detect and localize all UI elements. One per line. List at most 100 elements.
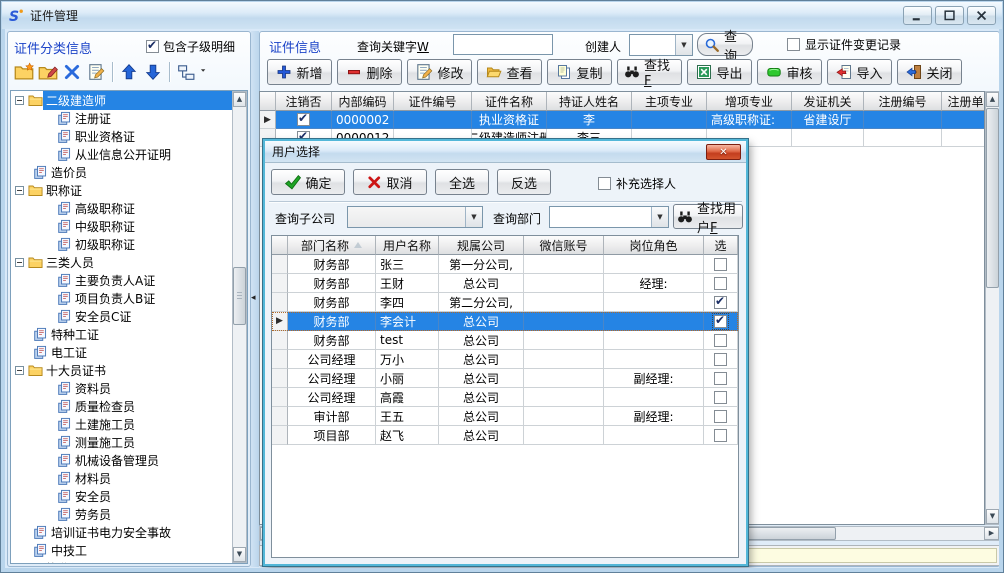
table-row[interactable]: 公司经理高霞总公司 [272,388,738,407]
scroll-right-button[interactable]: ▶ [984,527,999,540]
column-header[interactable]: 规属公司 [439,236,524,255]
row-select-checkbox[interactable] [714,315,727,328]
doc-edit-button[interactable] [84,60,108,84]
chevron-down-icon[interactable]: ▼ [651,207,668,227]
collapse-arrow-icon[interactable]: ◂ [251,293,256,303]
table-row[interactable]: 财务部test总公司 [272,331,738,350]
maximize-button[interactable] [935,6,964,25]
tree-item[interactable]: 质量检查员 [11,397,247,415]
dialog-close-button[interactable]: ✕ [706,144,741,160]
row-selector[interactable] [272,426,288,445]
supplement-checkbox[interactable] [598,177,611,190]
tree-item[interactable]: 特种工证 [11,325,247,343]
tree-item[interactable]: 中级职称证 [11,217,247,235]
tree-item[interactable]: 材料员 [11,469,247,487]
tree-expand-toggle[interactable] [15,258,24,267]
cancel-button[interactable]: 取消 [353,169,427,195]
query-button[interactable]: 查询 [697,33,753,56]
tree-item[interactable]: 造价员 [11,163,247,181]
modify-button[interactable]: 修改 [407,59,472,85]
tree-item[interactable]: 二级建造师 [11,91,247,109]
show-changes-checkbox[interactable] [787,38,800,51]
chevron-down-icon[interactable]: ▼ [465,207,482,227]
tree-item[interactable]: 机械设备管理员 [11,451,247,469]
tree-item[interactable]: 职称证 [11,181,247,199]
table-row[interactable]: 公司经理万小总公司 [272,350,738,369]
close-button[interactable] [967,6,996,25]
row-selector[interactable] [272,388,288,407]
scroll-down-button[interactable]: ▼ [233,547,246,562]
row-select-checkbox[interactable] [297,113,310,126]
column-header[interactable]: 岗位角色 [604,236,704,255]
row-selector[interactable] [272,331,288,350]
dialog-titlebar[interactable]: 用户选择 [265,141,746,163]
keyword-input[interactable] [453,34,553,55]
tree-item[interactable]: 初级职称证 [11,235,247,253]
delete-button[interactable]: 删除 [337,59,402,85]
row-select-checkbox[interactable] [714,277,727,290]
column-header[interactable]: 注销否 [276,92,332,111]
creator-select[interactable]: ▼ [629,34,693,56]
tree-item[interactable]: 电工证 [11,343,247,361]
export-button[interactable]: 导出 [687,59,752,85]
table-row[interactable]: ▶财务部李会计总公司 [272,312,738,331]
row-select-checkbox[interactable] [714,410,727,423]
column-header[interactable]: 证件编号 [394,92,472,111]
find-user-button[interactable]: 查找用户F [673,204,743,229]
column-header[interactable]: 主项专业 [632,92,707,111]
minimize-button[interactable] [903,6,932,25]
tree-item[interactable]: 劳务员 [11,505,247,523]
row-selector[interactable] [272,293,288,312]
column-header[interactable]: 选 [704,236,738,255]
scroll-thumb[interactable] [233,267,246,325]
column-header[interactable]: 注册编号 [864,92,942,111]
column-header[interactable]: 部门名称 [288,236,376,255]
table-vscrollbar[interactable]: ▲ ▼ [985,91,999,525]
row-selector[interactable] [272,274,288,293]
tree-expand-toggle[interactable] [15,564,24,565]
tree-item[interactable]: 职业资格证 [11,127,247,145]
column-header[interactable]: 注册单位 [942,92,985,111]
delete-node-button[interactable] [60,60,84,84]
tree-scrollbar[interactable]: ▲ ▼ [232,91,247,563]
row-select-checkbox[interactable] [714,353,727,366]
tree-item[interactable]: 主要负责人A证 [11,271,247,289]
column-header[interactable]: 证件名称 [472,92,547,111]
row-select-checkbox[interactable] [714,372,727,385]
tree-item[interactable]: 安全员C证 [11,307,247,325]
window-titlebar[interactable]: S 证件管理 [2,2,1002,29]
column-header[interactable]: 用户名称 [376,236,439,255]
row-selector[interactable] [272,255,288,274]
tree-item[interactable]: 测量施工员 [11,433,247,451]
table-row[interactable]: 项目部赵飞总公司 [272,426,738,445]
move-up-button[interactable] [117,60,141,84]
row-selector[interactable]: ▶ [272,312,288,331]
tree-item[interactable]: 项目负责人B证 [11,289,247,307]
add-button[interactable]: 新增 [267,59,332,85]
tree-item[interactable]: 中技工 [11,541,247,559]
tree-item[interactable]: 土建施工员 [11,415,247,433]
ok-button[interactable]: 确定 [271,169,345,195]
tree-item[interactable]: 十大员证书 [11,361,247,379]
table-row[interactable]: 公司经理小丽总公司副经理: [272,369,738,388]
tree-item[interactable]: 资料员 [11,379,247,397]
folder-edit-button[interactable] [36,60,60,84]
column-header[interactable]: 发证机关 [792,92,864,111]
row-select-checkbox[interactable] [714,296,727,309]
tree-item[interactable]: 注册证 [11,109,247,127]
folder-add-button[interactable] [12,60,36,84]
row-select-checkbox[interactable] [714,429,727,442]
tree-item[interactable]: 三类人员 [11,253,247,271]
sub-company-select[interactable]: ▼ [347,206,483,228]
row-selector[interactable]: ▶ [260,111,276,129]
copy-button[interactable]: 复制 [547,59,612,85]
tree-item[interactable]: 执业证 [11,559,247,564]
select-all-button[interactable]: 全选 [435,169,489,195]
row-select-checkbox[interactable] [714,334,727,347]
tree-item[interactable]: 安全员 [11,487,247,505]
scroll-up-button[interactable]: ▲ [233,92,246,107]
tree-level-button[interactable] [174,60,198,84]
tree-item[interactable]: 高级职称证 [11,199,247,217]
column-header[interactable]: 微信账号 [524,236,604,255]
panel-splitter[interactable]: ◂ [251,31,259,567]
